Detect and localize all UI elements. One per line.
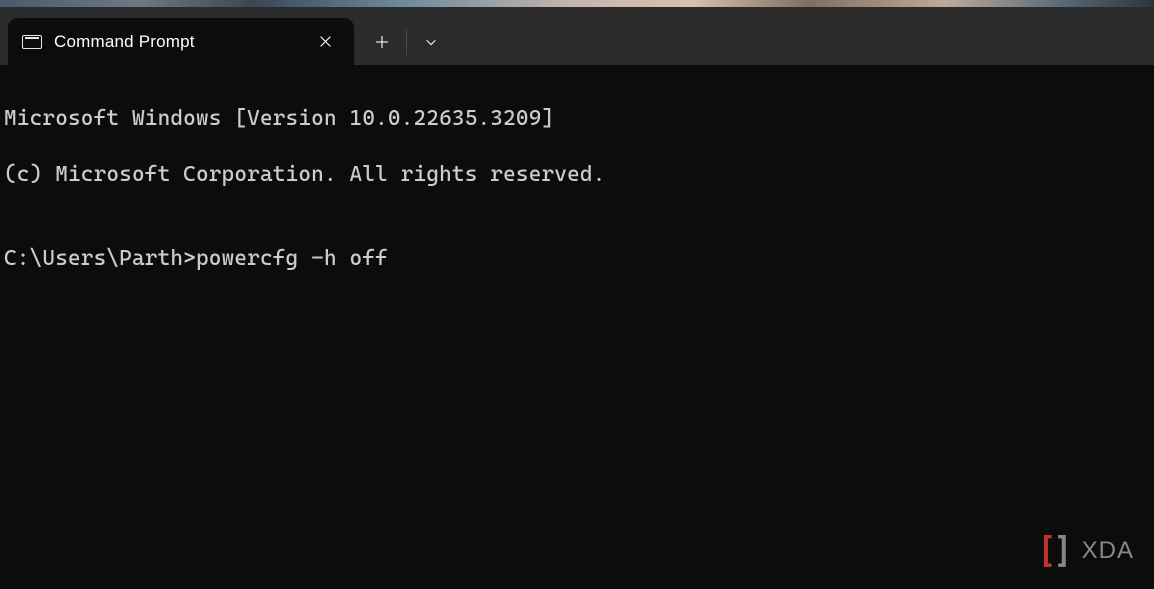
new-tab-button[interactable] bbox=[360, 24, 404, 60]
terminal-prompt: C:\Users\Parth> bbox=[4, 246, 196, 271]
close-icon bbox=[319, 35, 332, 48]
close-tab-button[interactable] bbox=[310, 27, 340, 57]
tab-command-prompt[interactable]: Command Prompt bbox=[8, 18, 354, 65]
terminal-output[interactable]: Microsoft Windows [Version 10.0.22635.32… bbox=[0, 65, 1154, 589]
tab-bar: Command Prompt bbox=[0, 7, 1154, 65]
tabbar-actions bbox=[360, 18, 453, 65]
tab-dropdown-button[interactable] bbox=[409, 24, 453, 60]
terminal-prompt-line: C:\Users\Parth>powercfg -h off bbox=[4, 245, 1154, 273]
terminal-line: Microsoft Windows [Version 10.0.22635.32… bbox=[4, 105, 1154, 133]
terminal-line: (c) Microsoft Corporation. All rights re… bbox=[4, 161, 1154, 189]
tab-title: Command Prompt bbox=[54, 32, 298, 52]
cmd-icon bbox=[22, 35, 42, 49]
chevron-down-icon bbox=[424, 35, 438, 49]
tabbar-separator bbox=[406, 29, 407, 55]
window-top-edge bbox=[0, 0, 1154, 7]
plus-icon bbox=[375, 35, 389, 49]
terminal-command: powercfg -h off bbox=[196, 246, 388, 271]
